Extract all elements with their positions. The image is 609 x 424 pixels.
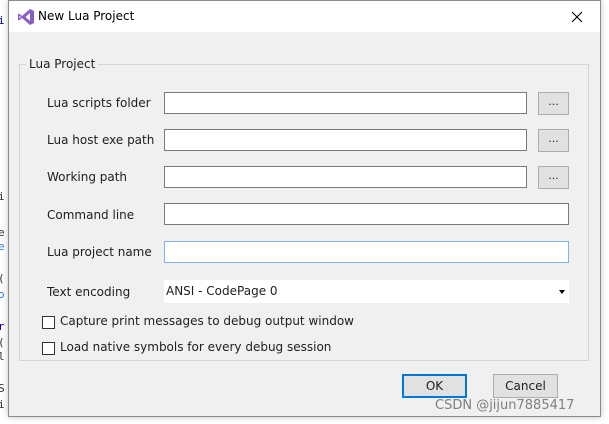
host-exe-path-input[interactable]	[164, 129, 527, 151]
scripts-folder-input[interactable]	[164, 92, 527, 114]
host-exe-path-label: Lua host exe path	[47, 133, 155, 147]
command-line-label: Command line	[47, 208, 135, 222]
project-name-label: Lua project name	[47, 245, 152, 259]
command-line-input[interactable]	[164, 203, 569, 225]
cancel-button[interactable]: Cancel	[493, 374, 558, 398]
text-encoding-value: ANSI - CodePage 0	[166, 284, 278, 298]
visual-studio-icon	[18, 9, 34, 25]
chevron-down-icon	[559, 290, 565, 294]
close-button[interactable]	[554, 1, 600, 32]
close-icon	[571, 11, 583, 22]
capture-print-checkbox[interactable]	[42, 316, 55, 329]
text-encoding-label: Text encoding	[47, 285, 131, 299]
text-encoding-select[interactable]: ANSI - CodePage 0	[164, 280, 569, 303]
working-path-label: Working path	[47, 170, 128, 184]
host-exe-path-browse-button[interactable]: ...	[538, 129, 569, 152]
load-symbols-label[interactable]: Load native symbols for every debug sess…	[60, 340, 331, 354]
working-path-input[interactable]	[164, 166, 527, 188]
scripts-folder-browse-button[interactable]: ...	[538, 92, 569, 115]
working-path-browse-button[interactable]: ...	[538, 166, 569, 189]
capture-print-label[interactable]: Capture print messages to debug output w…	[60, 314, 354, 328]
watermark: CSDN @jijun7885417	[435, 398, 575, 413]
load-symbols-checkbox[interactable]	[42, 342, 55, 355]
dialog-title: New Lua Project	[38, 9, 135, 23]
project-name-input[interactable]	[164, 241, 569, 263]
title-bar: New Lua Project	[9, 1, 600, 32]
ok-button[interactable]: OK	[402, 374, 467, 398]
group-label: Lua Project	[26, 57, 99, 71]
scripts-folder-label: Lua scripts folder	[47, 96, 151, 110]
new-lua-project-dialog: New Lua Project Lua Project Lua scripts …	[8, 0, 601, 417]
